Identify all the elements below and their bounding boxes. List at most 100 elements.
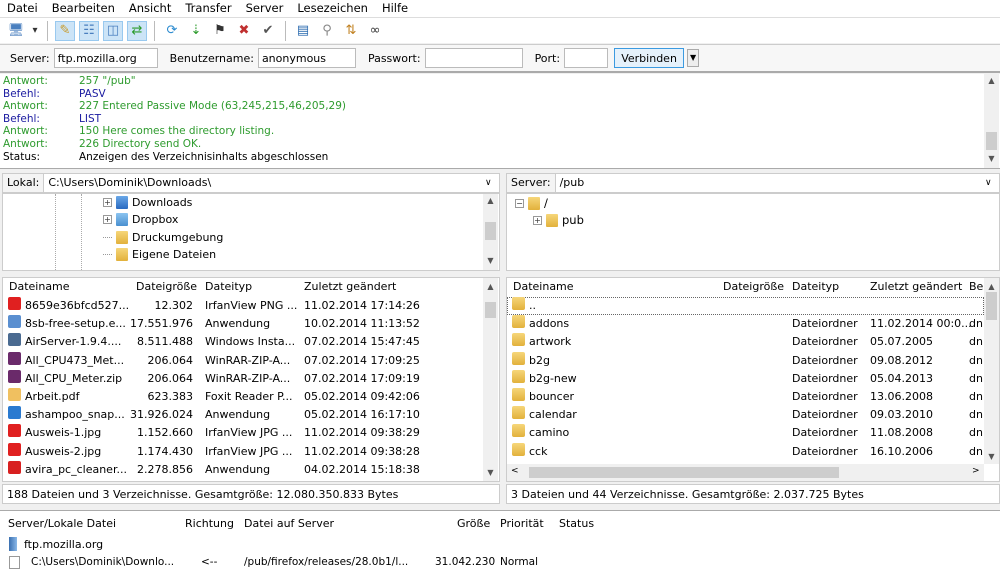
folder-row[interactable]: camino Dateiordner 11.08.2008 dn: [507, 424, 984, 442]
refresh-icon[interactable]: ⟳: [162, 21, 182, 41]
menu-lesezeichen[interactable]: Lesezeichen: [290, 0, 375, 17]
file-row[interactable]: avira_pc_cleaner... 2.278.856 Anwendung 04.…: [3, 460, 499, 479]
search-icon[interactable]: ∞: [365, 21, 385, 41]
process-queue-icon[interactable]: ⇣: [186, 21, 206, 41]
folder-modified: 05.04.2013: [870, 371, 933, 385]
connect-button[interactable]: Verbinden: [614, 48, 685, 68]
toggle-queue-icon[interactable]: ⇄: [127, 20, 147, 41]
password-input[interactable]: [424, 48, 523, 68]
file-row[interactable]: 8659e36bfcd527... 12.302 IrfanView PNG ...…: [3, 297, 499, 315]
log-line: Befehl: PASV: [3, 88, 106, 101]
log-type: Befehl:: [3, 87, 40, 100]
disconnect-icon[interactable]: ✖: [234, 21, 254, 41]
folder-name: artwork: [529, 335, 572, 349]
expand-icon[interactable]: +: [103, 215, 112, 225]
site-manager-icon[interactable]: 🖥: [6, 21, 26, 41]
file-row[interactable]: ashampoo_snap... 31.926.024 Anwendung 05.02…: [3, 406, 499, 424]
queue-item-direction: <--: [201, 556, 218, 568]
toggle-remote-tree-icon[interactable]: ◫: [103, 20, 123, 41]
remote-col-header[interactable]: Zuletzt geändert: [870, 279, 962, 295]
menu-datei[interactable]: Datei: [0, 0, 45, 17]
tree-node[interactable]: + Dropbox: [103, 211, 178, 228]
queue-col-priority[interactable]: Priorität: [500, 517, 544, 530]
folder-row[interactable]: calendar Dateiordner 09.03.2010 dn: [507, 406, 984, 424]
tree-node[interactable]: Druckumgebung: [103, 229, 223, 246]
scroll-down-icon[interactable]: ▼: [984, 154, 999, 163]
file-row[interactable]: Arbeit.pdf 623.383 Foxit Reader P... 05.02.…: [3, 388, 499, 406]
scroll-up-icon[interactable]: ▲: [984, 76, 999, 85]
folder-name: calendar: [529, 408, 577, 422]
remote-list-scrollbar[interactable]: ▲ ▼: [984, 278, 999, 464]
reconnect-icon[interactable]: ✔: [258, 21, 278, 41]
server-input[interactable]: [53, 48, 158, 68]
cancel-icon[interactable]: ⚑: [210, 21, 230, 41]
chevron-down-icon[interactable]: ∨: [485, 174, 499, 192]
tree-node[interactable]: Eigene Dateien: [103, 246, 216, 263]
menu-bearbeiten[interactable]: Bearbeiten: [45, 0, 122, 17]
expand-icon[interactable]: +: [103, 198, 112, 207]
tree-node[interactable]: + Downloads: [103, 194, 192, 211]
tree-node[interactable]: − /: [515, 195, 548, 212]
file-row[interactable]: Ausweis-2.jpg 1.174.430 IrfanView JPG ... 1…: [3, 442, 499, 461]
queue-item-local[interactable]: C:\Users\Dominik\Downlo...: [31, 556, 174, 568]
sync-browsing-icon[interactable]: ⇅: [341, 21, 361, 41]
compare-directories-icon[interactable]: ⚲: [317, 21, 337, 41]
folder-modified: 09.08.2012: [870, 353, 933, 367]
file-row[interactable]: All_CPU_Meter.zip 206.064 WinRAR-ZIP-A... 0…: [3, 369, 499, 388]
remote-col-header[interactable]: Dateigröße: [723, 279, 784, 295]
dropdown-arrow-icon[interactable]: ▾: [30, 21, 40, 41]
chevron-down-icon[interactable]: ∨: [985, 174, 999, 192]
menu-hilfe[interactable]: Hilfe: [375, 0, 415, 17]
username-input[interactable]: [257, 48, 356, 68]
remote-hscrollbar[interactable]: < >: [507, 464, 984, 481]
queue-col-size[interactable]: Größe: [457, 517, 490, 530]
file-name: 8sb-free-setup.e...: [25, 317, 126, 331]
file-row[interactable]: All_CPU473_Met... 206.064 WinRAR-ZIP-A... 0…: [3, 351, 499, 370]
folder-row[interactable]: ..: [507, 297, 984, 315]
toggle-tree-icon[interactable]: ☷: [79, 20, 99, 41]
file-modified: 04.02.2014 15:18:38: [304, 462, 420, 476]
remote-path-input[interactable]: /pub: [555, 174, 985, 192]
local-col-header[interactable]: Dateityp: [205, 279, 252, 295]
folder-row[interactable]: bouncer Dateiordner 13.06.2008 dn: [507, 388, 984, 406]
folder-row[interactable]: b2g-new Dateiordner 05.04.2013 dn: [507, 369, 984, 388]
file-row[interactable]: Ausweis-1.jpg 1.152.660 IrfanView JPG ... 1…: [3, 424, 499, 442]
local-path-input[interactable]: C:\Users\Dominik\Downloads\: [44, 174, 485, 192]
remote-col-header[interactable]: Dateityp: [792, 279, 839, 295]
folder-row[interactable]: artwork Dateiordner 05.07.2005 dn: [507, 333, 984, 351]
file-type: Anwendung: [205, 462, 271, 476]
menu-transfer[interactable]: Transfer: [178, 0, 238, 17]
folder-modified: 09.03.2010: [870, 408, 933, 422]
file-row[interactable]: AirServer-1.9.4.... 8.511.488 Windows Inst…: [3, 333, 499, 351]
log-text: PASV: [79, 87, 106, 100]
menu-server[interactable]: Server: [239, 0, 291, 17]
log-scrollbar[interactable]: ▲ ▼: [984, 74, 999, 168]
local-tree-scrollbar[interactable]: ▲ ▼: [483, 194, 498, 270]
port-input[interactable]: [564, 48, 609, 68]
folder-row[interactable]: b2g Dateiordner 09.08.2012 dn: [507, 351, 984, 370]
local-col-header[interactable]: Dateigröße: [136, 279, 197, 295]
local-col-header[interactable]: Dateiname: [9, 279, 70, 295]
menu-ansicht[interactable]: Ansicht: [122, 0, 178, 17]
folder-row[interactable]: cck Dateiordner 16.10.2006 dn: [507, 442, 984, 461]
remote-col-header[interactable]: Dateiname: [513, 279, 574, 295]
file-row[interactable]: 8sb-free-setup.e... 17.551.976 Anwendung 10…: [3, 315, 499, 333]
folder-row[interactable]: addons Dateiordner 11.02.2014 00:0... dn: [507, 315, 984, 333]
connect-dropdown-icon[interactable]: ▼: [687, 49, 700, 67]
queue-col-status[interactable]: Status: [559, 517, 594, 530]
queue-server[interactable]: ftp.mozilla.org: [24, 538, 103, 551]
collapse-icon[interactable]: −: [515, 199, 524, 208]
local-col-header[interactable]: Zuletzt geändert: [304, 279, 396, 295]
queue-col-direction[interactable]: Richtung: [185, 517, 234, 530]
scroll-thumb[interactable]: [986, 132, 997, 150]
queue-col-remote[interactable]: Datei auf Server: [244, 517, 334, 530]
toggle-log-icon[interactable]: ✎: [55, 20, 75, 41]
expand-icon[interactable]: +: [533, 216, 542, 225]
remote-col-header[interactable]: Be: [969, 279, 983, 295]
queue-col-local[interactable]: Server/Lokale Datei: [8, 517, 116, 530]
log-text: 227 Entered Passive Mode (63,245,215,46,…: [79, 100, 346, 113]
tree-node[interactable]: + pub: [533, 212, 584, 229]
file-modified: 07.02.2014 17:09:25: [304, 353, 420, 367]
directory-listing-filter-icon[interactable]: ▤: [293, 21, 313, 41]
menu-bar: Datei Bearbeiten Ansicht Transfer Server Lese…: [0, 0, 1000, 17]
